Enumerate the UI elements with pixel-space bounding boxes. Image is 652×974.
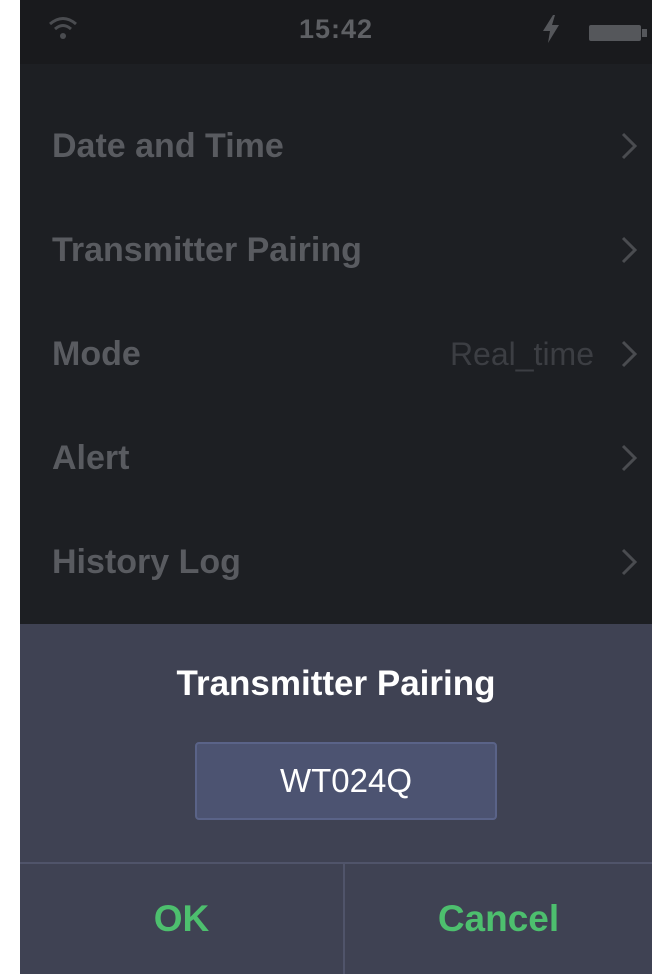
device-screen: 15:42 Date and Time Transmitter Pairing …: [20, 0, 652, 974]
status-bar: 15:42: [20, 0, 652, 64]
chevron-right-icon: [621, 548, 638, 576]
cancel-button[interactable]: Cancel: [345, 864, 652, 974]
transmitter-pairing-dialog: Transmitter Pairing WT024Q OK Cancel: [20, 624, 652, 974]
battery-icon: [589, 25, 647, 41]
chevron-right-icon: [621, 444, 638, 472]
menu-item-alert[interactable]: Alert: [20, 406, 652, 510]
menu-item-date-and-time[interactable]: Date and Time: [20, 94, 652, 198]
menu-item-history-log[interactable]: History Log: [20, 510, 652, 614]
menu-item-label: History Log: [52, 542, 241, 581]
settings-menu: Date and Time Transmitter Pairing Mode R…: [20, 94, 652, 614]
chevron-right-icon: [621, 340, 638, 368]
dialog-title: Transmitter Pairing: [176, 664, 496, 703]
menu-item-transmitter-pairing[interactable]: Transmitter Pairing: [20, 198, 652, 302]
menu-item-label: Alert: [52, 438, 130, 477]
menu-item-mode[interactable]: Mode Real_time: [20, 302, 652, 406]
ok-button[interactable]: OK: [20, 864, 343, 974]
transmitter-id-field[interactable]: WT024Q: [195, 742, 497, 820]
menu-item-value: Real_time: [449, 335, 594, 372]
chevron-right-icon: [621, 236, 638, 264]
menu-item-label: Mode: [52, 334, 141, 373]
chevron-right-icon: [621, 132, 638, 160]
bolt-icon: [543, 15, 559, 43]
menu-item-label: Transmitter Pairing: [52, 230, 362, 269]
menu-item-label: Date and Time: [52, 126, 284, 165]
